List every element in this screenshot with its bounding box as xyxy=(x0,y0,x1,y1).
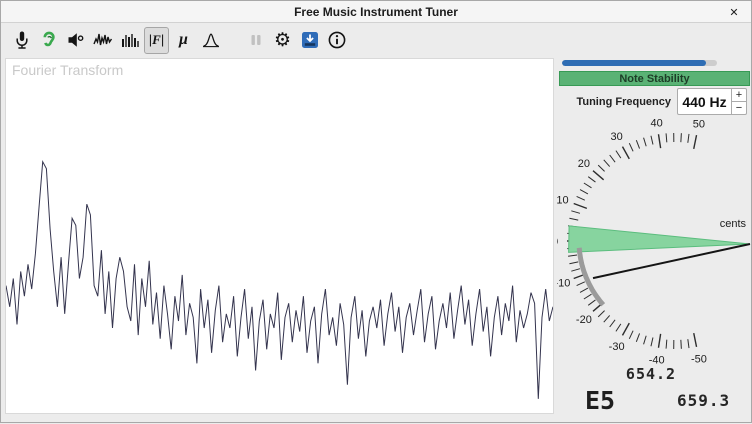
note-stability-bar: Note Stability xyxy=(559,71,750,86)
waveform-icon xyxy=(92,30,113,51)
pause-icon xyxy=(245,30,266,51)
stability-progressbar xyxy=(562,60,717,66)
gauge-tick-label: -40 xyxy=(649,355,665,365)
gauge-tick-label: 30 xyxy=(611,131,623,143)
gauge-tick-label: 50 xyxy=(693,118,705,130)
gear-icon: ⚙ xyxy=(272,30,293,51)
waveform-button[interactable] xyxy=(90,27,115,54)
gauge-tick-label: 10 xyxy=(557,194,569,206)
microphone-icon xyxy=(11,30,32,51)
mu-icon: μ xyxy=(173,30,194,51)
microphone-button[interactable] xyxy=(9,27,34,54)
increment-button[interactable]: + xyxy=(732,89,746,102)
save-button[interactable] xyxy=(297,27,322,54)
plot-title: Fourier Transform xyxy=(12,62,123,78)
close-button[interactable]: ✕ xyxy=(725,3,743,21)
volume-db-button[interactable] xyxy=(63,27,88,54)
bell-curve-icon xyxy=(200,30,221,51)
frequency-readout-right: 659.3 xyxy=(677,391,730,410)
fourier-transform-button[interactable]: |F| xyxy=(144,27,169,54)
gauge-tick-label: -50 xyxy=(691,354,707,365)
tuner-panel: Note Stability Tuning Frequency 440 Hz +… xyxy=(557,58,752,424)
app-window: Free Music Instrument Tuner ✕ |F| μ ⚙ Four… xyxy=(0,0,752,423)
fourier-icon: |F| xyxy=(146,30,167,51)
gauge-unit-label: cents xyxy=(720,218,747,230)
decrement-button[interactable]: − xyxy=(732,102,746,114)
info-icon xyxy=(326,30,347,51)
window-title: Free Music Instrument Tuner xyxy=(294,5,458,19)
pause-button xyxy=(243,27,268,54)
frequency-readout-top: 654.2 xyxy=(557,365,745,383)
histogram-icon xyxy=(119,30,140,51)
toolbar: |F| μ ⚙ xyxy=(1,23,751,57)
gauge-tick-label: -10 xyxy=(557,278,570,290)
titlebar: Free Music Instrument Tuner ✕ xyxy=(1,1,751,23)
ear-icon xyxy=(38,30,59,51)
fourier-plot-area: Fourier Transform xyxy=(5,58,554,414)
gauge-tick-label: -30 xyxy=(609,341,625,353)
info-button[interactable] xyxy=(324,27,349,54)
listen-button[interactable] xyxy=(36,27,61,54)
tuning-frequency-spinbox[interactable]: 440 Hz + − xyxy=(677,88,747,115)
gauge-tick-label: -20 xyxy=(576,314,592,326)
speaker-db-icon xyxy=(65,30,86,51)
mu-button[interactable]: μ xyxy=(171,27,196,54)
spectrum-bars-button[interactable] xyxy=(117,27,142,54)
stability-progress-fill xyxy=(562,60,706,66)
gauge-tick-label: 40 xyxy=(651,117,663,129)
gauss-curve-button[interactable] xyxy=(198,27,223,54)
tuning-frequency-row: Tuning Frequency 440 Hz + − xyxy=(557,88,752,115)
note-readout: E5 xyxy=(585,386,615,415)
gauge-tick-label: 0 xyxy=(557,236,558,248)
spinner-buttons: + − xyxy=(731,89,746,114)
tuner-gauge: -50 -40 -30 -20 -10 0 10 20 30 40 50 cents xyxy=(557,115,752,365)
gauge-tick-label: 20 xyxy=(578,158,590,170)
save-icon xyxy=(299,30,320,51)
settings-button[interactable]: ⚙ xyxy=(270,27,295,54)
tuning-frequency-value[interactable]: 440 Hz xyxy=(678,89,731,114)
fft-plot xyxy=(6,59,553,413)
tuning-frequency-label: Tuning Frequency xyxy=(576,96,671,108)
